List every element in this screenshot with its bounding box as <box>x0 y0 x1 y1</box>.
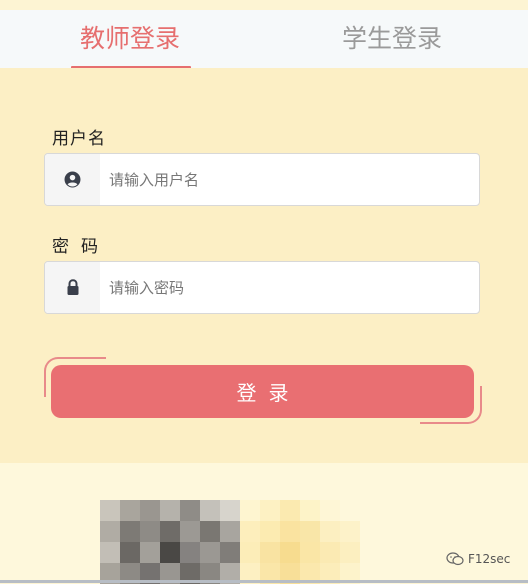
login-button[interactable]: 登录 <box>51 365 474 418</box>
mosaic-cell <box>280 542 300 563</box>
mosaic-cell <box>340 500 360 521</box>
mosaic-cell <box>160 500 180 521</box>
blurred-qr-image <box>100 500 400 584</box>
watermark: F12sec <box>446 552 510 566</box>
mosaic-cell <box>280 521 300 542</box>
username-addon <box>45 154 100 205</box>
mosaic-cell <box>300 500 320 521</box>
password-label: 密码 <box>52 237 110 257</box>
mosaic-cell <box>180 500 200 521</box>
mosaic-cell <box>100 500 120 521</box>
mosaic-cell <box>180 521 200 542</box>
mosaic-cell <box>180 542 200 563</box>
mosaic-cell <box>260 521 280 542</box>
mosaic-cell <box>260 542 280 563</box>
mosaic-cell <box>360 500 380 521</box>
username-input-group <box>44 153 480 206</box>
mosaic-cell <box>140 500 160 521</box>
mosaic-cell <box>120 542 140 563</box>
mosaic-cell <box>200 521 220 542</box>
mosaic-cell <box>260 500 280 521</box>
mosaic-cell <box>240 542 260 563</box>
tab-teacher-login[interactable]: 教师登录 <box>60 10 200 68</box>
mosaic-cell <box>360 542 380 563</box>
mosaic-cell <box>140 542 160 563</box>
mosaic-cell <box>360 521 380 542</box>
username-label: 用户名 <box>52 129 106 149</box>
mosaic-cell <box>160 521 180 542</box>
watermark-text: F12sec <box>468 552 511 566</box>
mosaic-cell <box>100 521 120 542</box>
mosaic-cell <box>220 542 240 563</box>
mosaic-cell <box>320 500 340 521</box>
tab-student-login[interactable]: 学生登录 <box>322 10 462 68</box>
mosaic-cell <box>240 500 260 521</box>
password-input-group <box>44 261 480 314</box>
mosaic-cell <box>280 500 300 521</box>
mosaic-cell <box>380 500 400 521</box>
mosaic-cell <box>240 521 260 542</box>
mosaic-cell <box>380 521 400 542</box>
mosaic-cell <box>300 521 320 542</box>
password-input[interactable] <box>100 262 479 313</box>
mosaic-cell <box>380 542 400 563</box>
mosaic-cell <box>140 521 160 542</box>
login-tabs: 教师登录 学生登录 <box>0 10 528 68</box>
mosaic-cell <box>340 521 360 542</box>
mosaic-cell <box>220 500 240 521</box>
mosaic-cell <box>320 542 340 563</box>
wechat-icon <box>446 552 464 566</box>
mosaic-cell <box>100 542 120 563</box>
mosaic-cell <box>220 521 240 542</box>
mosaic-cell <box>200 500 220 521</box>
mosaic-cell <box>300 542 320 563</box>
mosaic-cell <box>200 542 220 563</box>
username-input[interactable] <box>100 154 479 205</box>
lock-icon <box>67 279 78 295</box>
mosaic-cell <box>120 500 140 521</box>
mosaic-cell <box>340 542 360 563</box>
mosaic-cell <box>320 521 340 542</box>
mosaic-cell <box>120 521 140 542</box>
mosaic-cell <box>160 542 180 563</box>
user-circle-icon <box>64 171 81 188</box>
password-addon <box>45 262 100 313</box>
